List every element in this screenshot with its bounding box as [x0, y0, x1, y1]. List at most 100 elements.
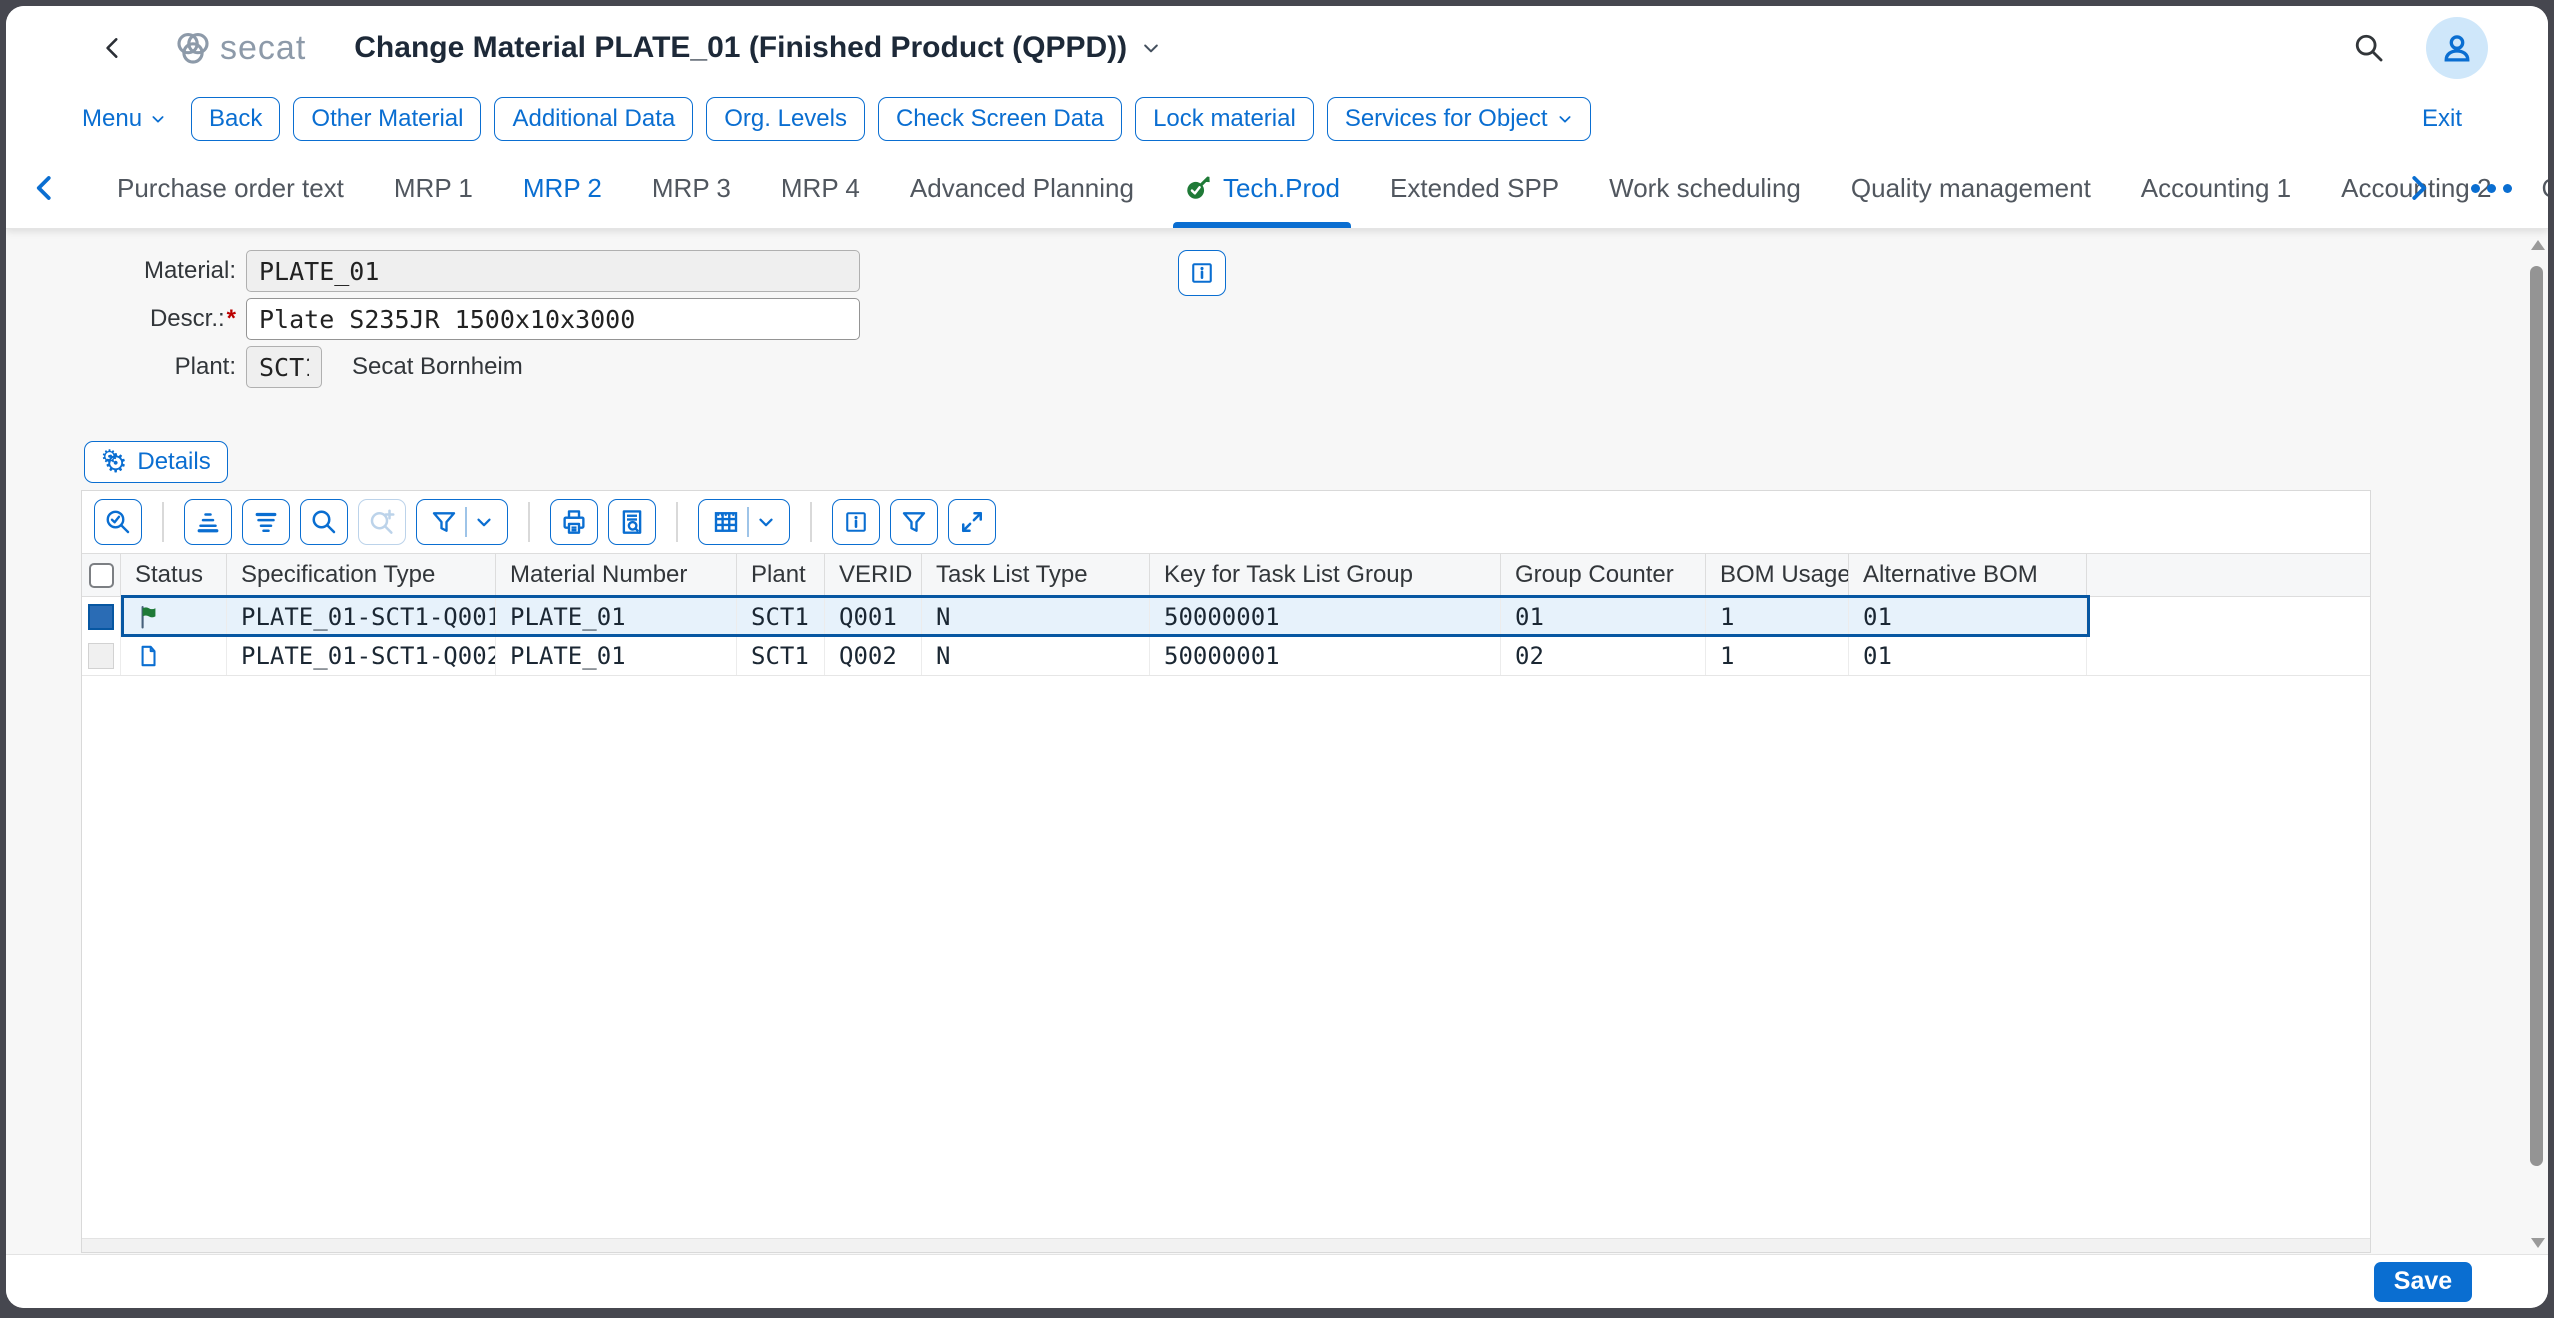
additional-data-button[interactable]: Additional Data	[494, 97, 693, 141]
column-header-alternative-bom[interactable]: Alternative BOM	[1849, 554, 2087, 596]
search-icon	[309, 507, 339, 537]
filter-button[interactable]	[890, 499, 938, 545]
toolbar-separator	[676, 502, 678, 542]
row-selector-cell[interactable]	[82, 636, 121, 675]
plant-description: Secat Bornheim	[352, 353, 523, 381]
filler-cell	[2087, 597, 2370, 636]
view-switch-menu-button[interactable]	[698, 499, 790, 545]
tab-advanced-planning[interactable]: Advanced Planning	[885, 148, 1159, 228]
tab-tech-prod[interactable]: Tech.Prod	[1159, 148, 1365, 228]
org-levels-button[interactable]: Org. Levels	[706, 97, 865, 141]
scroll-down-arrow[interactable]	[2531, 1238, 2545, 1248]
print-button[interactable]	[550, 499, 598, 545]
scroll-up-arrow[interactable]	[2531, 240, 2545, 250]
lock-material-button[interactable]: Lock material	[1135, 97, 1314, 141]
tabs-scroll-right-button[interactable]	[2397, 173, 2439, 203]
details-button[interactable]: ⚙⚙ Details	[84, 441, 228, 483]
row-unselected-checkbox[interactable]	[88, 643, 114, 669]
row-selector-cell[interactable]	[82, 597, 121, 636]
sort-descending-icon	[251, 507, 281, 537]
print-preview-button[interactable]	[608, 499, 656, 545]
logo-knot-icon	[172, 27, 214, 69]
tab-quality-management[interactable]: Quality management	[1826, 148, 2116, 228]
chevron-left-icon	[30, 173, 60, 203]
select-all-checkbox[interactable]	[89, 563, 114, 588]
back-navigation-button[interactable]	[98, 33, 128, 63]
group-counter-cell: 02	[1501, 636, 1706, 675]
column-header-status[interactable]: Status	[121, 554, 227, 596]
tab-extended-spp[interactable]: Extended SPP	[1365, 148, 1584, 228]
tab-mrp-1[interactable]: MRP 1	[369, 148, 498, 228]
table-grid-icon	[711, 507, 741, 537]
table-toolbar	[82, 491, 2370, 553]
maximize-button[interactable]	[948, 499, 996, 545]
tab-work-scheduling[interactable]: Work scheduling	[1584, 148, 1826, 228]
chevron-down-icon	[755, 511, 777, 533]
select-all-cell[interactable]	[82, 554, 121, 596]
chevron-down-icon	[1557, 111, 1573, 127]
info-icon	[1188, 259, 1216, 287]
material-number-cell: PLATE_01	[496, 636, 737, 675]
split-divider	[465, 507, 467, 537]
find-button[interactable]	[300, 499, 348, 545]
vertical-scrollbar[interactable]	[2528, 234, 2546, 1252]
other-material-button[interactable]: Other Material	[293, 97, 481, 141]
tab-mrp-3[interactable]: MRP 3	[627, 148, 756, 228]
show-details-button[interactable]	[94, 499, 142, 545]
save-button[interactable]: Save	[2374, 1262, 2472, 1302]
toolbar-separator	[528, 502, 530, 542]
find-next-button[interactable]	[358, 499, 406, 545]
services-for-object-button[interactable]: Services for Object	[1327, 97, 1591, 141]
material-field[interactable]	[246, 250, 860, 292]
menu-button[interactable]: Menu	[82, 105, 166, 133]
magnifier-check-icon	[103, 507, 133, 537]
plant-field[interactable]	[246, 346, 322, 388]
chevron-down-icon	[150, 111, 166, 127]
description-label: Descr.:*	[6, 305, 246, 333]
plant-cell: SCT1	[737, 597, 825, 636]
tab-accounting-1[interactable]: Accounting 1	[2116, 148, 2316, 228]
specification-type-cell: PLATE_01-SCT1-Q002	[227, 636, 496, 675]
filler-cell	[2087, 636, 2370, 675]
info-button[interactable]	[832, 499, 880, 545]
document-search-icon	[617, 507, 647, 537]
row-selected-checkbox[interactable]	[88, 604, 114, 630]
material-number-cell: PLATE_01	[496, 597, 737, 636]
tabs-scroll-left-button[interactable]	[24, 173, 66, 203]
key-for-task-list-group-cell: 50000001	[1150, 636, 1501, 675]
column-header-bom-usage[interactable]: BOM Usage	[1706, 554, 1849, 596]
user-avatar[interactable]	[2426, 17, 2488, 79]
main-content: Material: Descr.:* Plant: Secat Bornheim…	[6, 228, 2548, 1255]
scrollbar-thumb[interactable]	[2530, 266, 2543, 1166]
column-header-plant[interactable]: Plant	[737, 554, 825, 596]
table-row[interactable]: PLATE_01-SCT1-Q002 PLATE_01 SCT1 Q002 N …	[82, 636, 2370, 676]
toolbar-separator	[810, 502, 812, 542]
search-button[interactable]	[2352, 31, 2386, 65]
description-field[interactable]	[246, 298, 860, 340]
column-header-specification-type[interactable]: Specification Type	[227, 554, 496, 596]
material-info-button[interactable]	[1178, 250, 1226, 296]
check-screen-data-button[interactable]: Check Screen Data	[878, 97, 1122, 141]
bom-usage-cell: 1	[1706, 636, 1849, 675]
page-title[interactable]: Change Material PLATE_01 (Finished Produ…	[354, 31, 1161, 65]
sort-descending-button[interactable]	[242, 499, 290, 545]
person-icon	[2438, 29, 2476, 67]
column-header-verid[interactable]: VERID	[825, 554, 922, 596]
logo-text: secat	[220, 29, 306, 68]
sort-ascending-button[interactable]	[184, 499, 232, 545]
filter-funnel-icon	[429, 507, 459, 537]
table-row[interactable]: PLATE_01-SCT1-Q001 PLATE_01 SCT1 Q001 N …	[82, 597, 2370, 636]
exit-button[interactable]: Exit	[2422, 105, 2462, 133]
alternative-bom-cell: 01	[1849, 636, 2087, 675]
back-button[interactable]: Back	[191, 97, 280, 141]
column-header-group-counter[interactable]: Group Counter	[1501, 554, 1706, 596]
column-header-material-number[interactable]: Material Number	[496, 554, 737, 596]
column-header-key-for-task-list-group[interactable]: Key for Task List Group	[1150, 554, 1501, 596]
tab-mrp-4[interactable]: MRP 4	[756, 148, 885, 228]
table-bottom-scroll-area[interactable]	[82, 1238, 2370, 1252]
tab-mrp-2[interactable]: MRP 2	[498, 148, 627, 228]
column-header-task-list-type[interactable]: Task List Type	[922, 554, 1150, 596]
set-filter-menu-button[interactable]	[416, 499, 508, 545]
tabs-overflow-button[interactable]	[2465, 184, 2518, 193]
tab-purchase-order-text[interactable]: Purchase order text	[92, 148, 369, 228]
